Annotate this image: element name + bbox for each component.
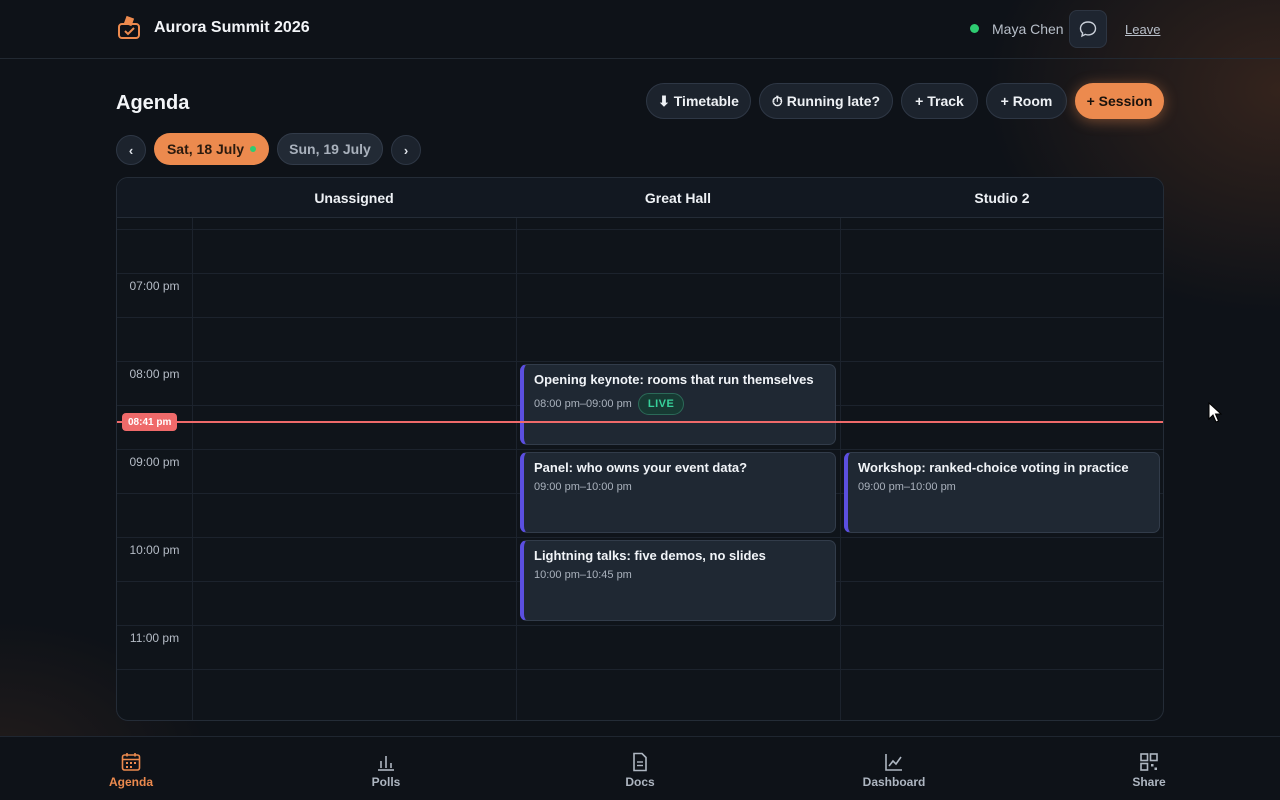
grid-line <box>117 669 1163 670</box>
ballot-box-icon <box>118 15 140 39</box>
session-time-text: 08:00 pm–09:00 pm <box>534 398 632 410</box>
chat-button[interactable] <box>1069 10 1107 48</box>
nav-tab-polls[interactable]: Polls <box>370 751 402 789</box>
current-day-dot <box>250 146 257 152</box>
column-divider <box>516 218 517 720</box>
grid-line <box>117 361 1163 362</box>
nav-tab-label: Agenda <box>109 775 154 789</box>
time-label: 07:00 pm <box>129 279 180 293</box>
user-name: Maya Chen <box>992 21 1064 37</box>
mouse-cursor-icon <box>1208 402 1223 423</box>
grid-header: Unassigned Great Hall Studio 2 <box>117 178 1163 218</box>
grid-line <box>117 449 1163 450</box>
grid-line <box>117 537 1163 538</box>
session-time: 09:00 pm–10:00 pm <box>534 481 632 493</box>
column-header-unassigned: Unassigned <box>314 190 394 206</box>
session-title: Opening keynote: rooms that run themselv… <box>534 372 814 387</box>
next-day-button[interactable]: › <box>391 135 421 165</box>
download-timetable-button[interactable]: ⬇ Timetable <box>646 83 751 119</box>
leave-link[interactable]: Leave <box>1125 22 1160 37</box>
add-session-button[interactable]: + Session <box>1075 83 1164 119</box>
column-header-great-hall: Great Hall <box>644 190 712 206</box>
column-divider <box>840 218 841 720</box>
app-title: Aurora Summit 2026 <box>154 19 310 36</box>
bar-chart-icon <box>378 756 394 771</box>
nav-tab-label: Share <box>1132 775 1166 789</box>
bottom-nav: Agenda Polls Docs Dashboard Share <box>0 736 1280 800</box>
time-label: 11:00 pm <box>129 631 180 645</box>
page-title: Agenda <box>116 92 190 114</box>
add-track-button[interactable]: + Track <box>901 83 978 119</box>
grid-line <box>117 229 1163 230</box>
nav-tab-share[interactable]: Share <box>1132 751 1166 789</box>
nav-tab-docs[interactable]: Docs <box>625 751 655 789</box>
column-divider <box>192 218 193 720</box>
qr-code-icon <box>1140 753 1158 771</box>
session-time: 08:00 pm–09:00 pm LIVE <box>534 393 825 415</box>
brand: Aurora Summit 2026 <box>116 15 310 41</box>
grid-line <box>117 625 1163 626</box>
current-time-badge: 08:41 pm <box>122 413 178 431</box>
chat-bubble-icon <box>1079 21 1097 38</box>
previous-day-button[interactable]: ‹ <box>116 135 146 165</box>
nav-tab-dashboard[interactable]: Dashboard <box>862 751 926 789</box>
document-icon <box>633 752 647 772</box>
grid-line <box>117 273 1163 274</box>
top-bar: Aurora Summit 2026 Maya Chen Leave <box>0 0 1280 59</box>
nav-tab-label: Polls <box>371 775 401 789</box>
online-status-dot <box>970 24 979 33</box>
calendar-icon <box>121 753 141 771</box>
nav-tab-label: Docs <box>625 775 655 789</box>
column-header-studio-2: Studio 2 <box>974 190 1030 206</box>
day-tab-label: Sun, 19 July <box>289 141 371 157</box>
day-tab-sun[interactable]: Sun, 19 July <box>277 133 383 165</box>
add-room-button[interactable]: + Room <box>986 83 1067 119</box>
session-card-workshop[interactable]: Workshop: ranked-choice voting in practi… <box>844 452 1160 533</box>
session-title: Panel: who owns your event data? <box>534 460 748 475</box>
session-time: 09:00 pm–10:00 pm <box>858 481 956 493</box>
agenda-grid: Unassigned Great Hall Studio 2 07:00 pm … <box>116 177 1164 721</box>
session-title: Workshop: ranked-choice voting in practi… <box>858 460 1129 475</box>
day-tab-sat[interactable]: Sat, 18 July <box>154 133 269 165</box>
grid-line <box>117 317 1163 318</box>
line-chart-icon <box>885 754 902 771</box>
day-tab-label: Sat, 18 July <box>166 141 245 157</box>
session-title: Lightning talks: five demos, no slides <box>534 548 766 563</box>
current-time-line <box>117 421 1163 423</box>
nav-tab-label: Dashboard <box>862 775 926 789</box>
time-label: 09:00 pm <box>129 455 180 469</box>
live-badge: LIVE <box>637 393 685 415</box>
nav-tab-agenda[interactable]: Agenda <box>109 751 154 789</box>
session-card-lightning-talks[interactable]: Lightning talks: five demos, no slides 1… <box>520 540 836 621</box>
session-time: 10:00 pm–10:45 pm <box>534 569 632 581</box>
time-label: 08:00 pm <box>129 367 180 381</box>
session-card-panel[interactable]: Panel: who owns your event data? 09:00 p… <box>520 452 836 533</box>
running-late-button[interactable]: ⏱ Running late? <box>759 83 893 119</box>
time-label: 10:00 pm <box>129 543 180 557</box>
session-card-opening-keynote[interactable]: Opening keynote: rooms that run themselv… <box>520 364 836 445</box>
